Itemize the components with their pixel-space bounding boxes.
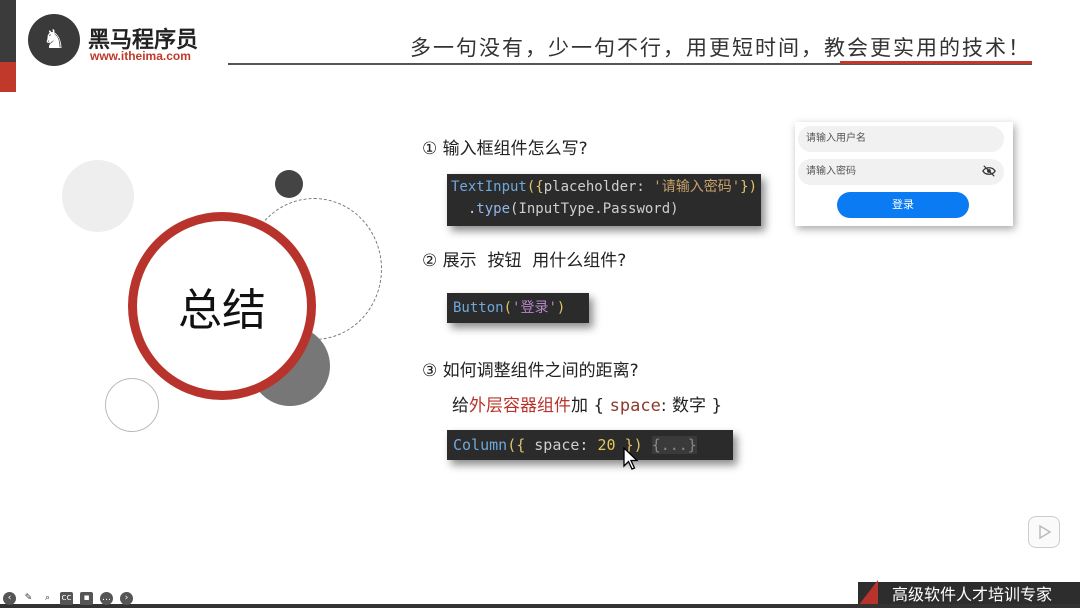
answer-middle: 加 {: [571, 396, 610, 416]
logo-url: www.itheima.com: [90, 49, 191, 63]
decor-circle-dark: [275, 170, 303, 198]
next-icon[interactable]: ›: [120, 592, 133, 605]
mouse-cursor-icon: [623, 447, 639, 470]
cc-icon[interactable]: cc: [60, 592, 73, 605]
question-3-text: 如何调整组件之间的距离?: [442, 361, 639, 381]
answer-highlight: 外层容器组件: [469, 396, 571, 416]
video-icon[interactable]: ▪: [80, 592, 93, 605]
question-1-text: 输入框组件怎么写?: [442, 139, 588, 159]
code-key: placeholder:: [543, 179, 654, 195]
code-fn: TextInput: [451, 179, 527, 195]
question-2: ② 展示 按钮 用什么组件?: [422, 246, 626, 271]
code-fn: Column: [453, 436, 508, 454]
code-paren: }): [740, 179, 758, 195]
question-1-number: ①: [422, 139, 438, 159]
code-block-button: Button('登录'): [447, 293, 589, 323]
summary-circle: 总结: [128, 212, 316, 400]
question-2-text: 展示 按钮 用什么组件?: [442, 251, 627, 271]
username-input[interactable]: 请输入用户名: [798, 126, 1004, 152]
code-paren: (: [503, 300, 513, 316]
code-key: space:: [534, 436, 598, 454]
question-2-number: ②: [422, 251, 438, 271]
bottom-bar: [0, 604, 1080, 608]
question-3: ③ 如何调整组件之间的距离?: [422, 356, 639, 381]
more-icon[interactable]: …: [100, 592, 113, 605]
answer-prefix: 给: [452, 396, 469, 416]
code-method: type: [476, 201, 511, 217]
login-preview-card: 请输入用户名 请输入密码 登录: [795, 122, 1013, 226]
pen-icon[interactable]: ✎: [22, 592, 35, 605]
decor-circle-pale: [62, 160, 134, 232]
code-indent: .: [451, 201, 477, 217]
code-block-textinput: TextInput({placeholder: '请输入密码'}) .type(…: [447, 174, 761, 226]
logo-horse-icon: ♞: [28, 14, 80, 66]
password-placeholder: 请输入密码: [806, 166, 856, 177]
slogan: 多一句没有，少一句不行，用更短时间，教会更实用的技术！: [410, 36, 1031, 60]
code-paren: ({: [507, 436, 535, 454]
code-string: '登录': [512, 300, 557, 316]
question-3-number: ③: [422, 361, 438, 381]
code-arg: (InputType.Password): [510, 201, 679, 217]
answer-keyword: space: [609, 396, 661, 416]
login-button[interactable]: 登录: [837, 192, 969, 218]
answer-suffix: : 数字 }: [660, 396, 723, 416]
play-icon[interactable]: [1028, 516, 1060, 548]
question-1: ① 输入框组件怎么写?: [422, 134, 588, 159]
search-icon[interactable]: ⌕: [41, 592, 54, 605]
question-3-answer: 给外层容器组件加 { space: 数字 }: [452, 391, 722, 416]
summary-title: 总结: [178, 285, 266, 336]
code-paren: ): [556, 300, 566, 316]
left-accent-bar: [0, 0, 16, 62]
password-input[interactable]: 请输入密码: [798, 159, 1004, 185]
header-divider-accent: [840, 61, 1032, 64]
decor-circle-outline: [105, 378, 159, 432]
code-string: '请输入密码': [653, 179, 741, 195]
left-accent-bar-red: [0, 62, 16, 92]
eye-off-icon[interactable]: [982, 164, 996, 178]
prev-icon[interactable]: ‹: [3, 592, 16, 605]
code-paren: ({: [526, 179, 544, 195]
code-fold[interactable]: {...}: [651, 436, 697, 454]
code-number: 20: [597, 436, 616, 454]
code-block-column: Column({ space: 20 }) {...}: [447, 430, 733, 460]
code-fn: Button: [453, 300, 504, 316]
